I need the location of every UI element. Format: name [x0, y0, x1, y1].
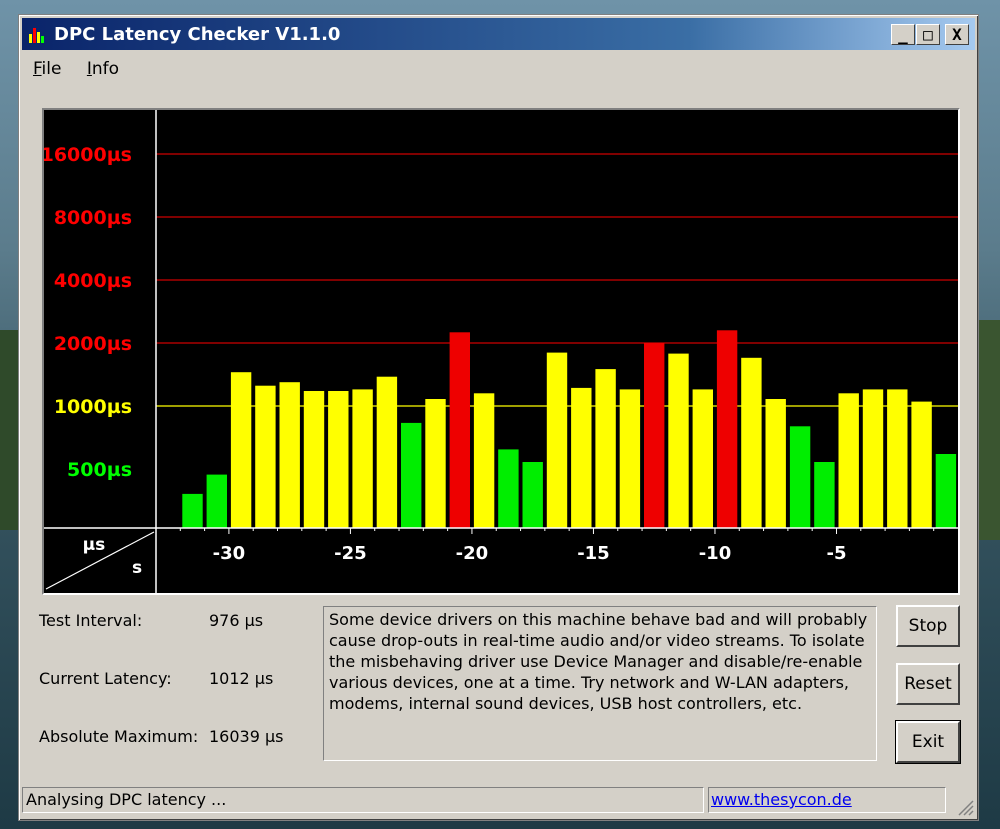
bar-10	[401, 422, 422, 528]
close-button[interactable]: X	[945, 24, 969, 45]
bar-8	[352, 389, 373, 528]
app-window: DPC Latency Checker V1.1.0 _ □ X File In…	[18, 14, 979, 821]
bar-23	[716, 330, 738, 528]
bar-14	[498, 449, 519, 528]
bar-1	[182, 493, 203, 528]
bar-15	[522, 462, 543, 528]
x-tick-label--5: -5	[826, 543, 846, 564]
bar-29	[862, 389, 884, 528]
bar-3	[230, 372, 252, 528]
minimize-button[interactable]: _	[891, 24, 915, 45]
bar-31	[911, 401, 932, 528]
bar-18	[595, 369, 616, 528]
latency-chart: 16000µs 8000µs 4000µs 2000µs 1000µs 500µs µs s -…	[42, 108, 960, 595]
bar-4	[255, 385, 276, 528]
bar-12	[449, 332, 470, 528]
y-tick-label-8000: 8000µs	[54, 207, 132, 229]
current-latency-value: 1012 µs	[209, 669, 274, 688]
test-interval-label: Test Interval:	[39, 611, 143, 630]
bar-19	[619, 389, 641, 528]
reset-button[interactable]: Reset	[896, 663, 960, 705]
absolute-maximum-value: 16039 µs	[209, 727, 284, 746]
bar-20	[644, 343, 665, 528]
y-tick-label-500: 500µs	[67, 459, 132, 481]
bar-21	[668, 353, 689, 528]
bar-32	[935, 454, 957, 528]
resize-grip-icon[interactable]	[954, 796, 974, 816]
bar-2	[206, 474, 227, 528]
y-tick-label-16000: 16000µs	[44, 144, 132, 166]
bar-13	[473, 393, 495, 528]
bar-28	[838, 393, 859, 528]
bar-26	[789, 426, 811, 528]
bar-9	[376, 376, 398, 528]
desktop-background-right	[978, 320, 1000, 540]
current-latency-label: Current Latency:	[39, 669, 172, 688]
x-tick-label--30: -30	[213, 543, 246, 564]
bar-16	[546, 352, 568, 528]
bar-17	[571, 387, 592, 528]
stop-button[interactable]: Stop	[896, 605, 960, 647]
x-tick-label--10: -10	[699, 543, 732, 564]
title-bar[interactable]: DPC Latency Checker V1.1.0 _ □ X	[22, 18, 975, 50]
y-unit-label: µs	[83, 535, 106, 555]
menu-bar: File Info	[33, 59, 139, 83]
x-tick-label--20: -20	[456, 543, 489, 564]
maximize-button[interactable]: □	[916, 24, 940, 45]
y-tick-label-1000: 1000µs	[54, 396, 132, 418]
bar-22	[692, 389, 713, 528]
exit-button[interactable]: Exit	[895, 720, 961, 764]
bar-6	[303, 391, 325, 528]
bar-25	[765, 399, 786, 528]
website-link[interactable]: www.thesycon.de	[711, 790, 852, 809]
x-tick-label--15: -15	[577, 543, 610, 564]
x-tick-label--25: -25	[334, 543, 367, 564]
absolute-maximum-label: Absolute Maximum:	[39, 727, 199, 746]
y-tick-label-2000: 2000µs	[54, 333, 132, 355]
bar-30	[887, 389, 908, 528]
bar-7	[328, 391, 349, 528]
bar-27	[814, 462, 835, 528]
menu-info[interactable]: Info	[87, 59, 119, 79]
bar-11	[425, 399, 446, 528]
window-title: DPC Latency Checker V1.1.0	[54, 24, 341, 45]
bar-24	[741, 357, 762, 528]
status-link-panel: www.thesycon.de	[708, 787, 946, 813]
desktop-background	[0, 330, 20, 530]
menu-file[interactable]: File	[33, 59, 61, 79]
y-tick-label-4000: 4000µs	[54, 270, 132, 292]
x-unit-label: s	[132, 558, 142, 578]
latency-chart-svg: 16000µs 8000µs 4000µs 2000µs 1000µs 500µs µs s -…	[44, 110, 958, 593]
diagnosis-message: Some device drivers on this machine beha…	[323, 606, 877, 761]
app-icon	[29, 28, 44, 43]
bar-5	[279, 382, 300, 528]
test-interval-value: 976 µs	[209, 611, 264, 630]
status-text: Analysing DPC latency ...	[22, 787, 704, 813]
